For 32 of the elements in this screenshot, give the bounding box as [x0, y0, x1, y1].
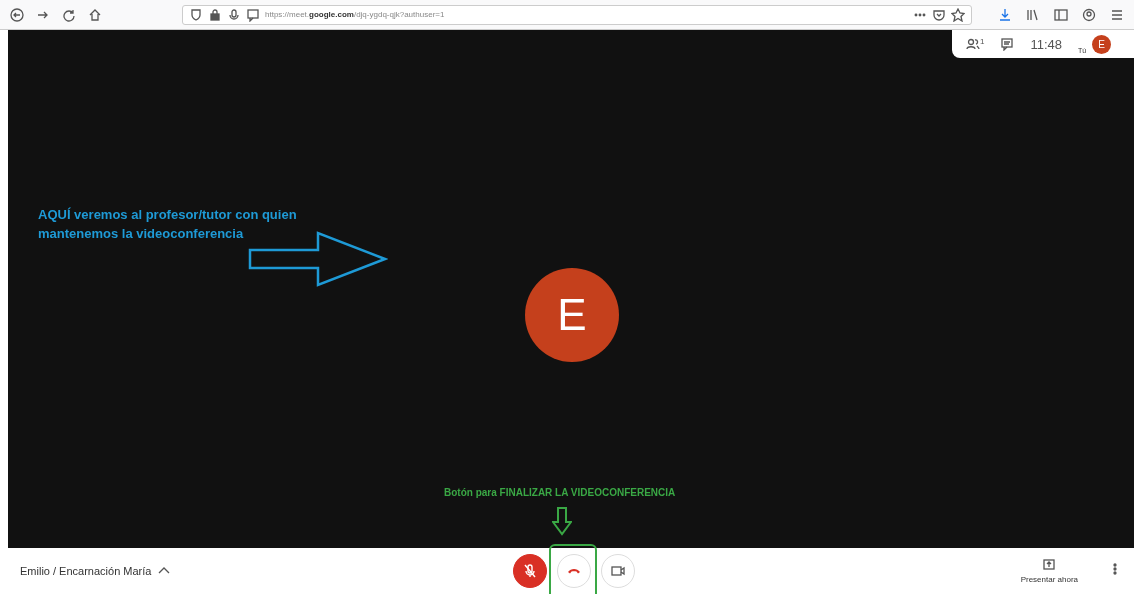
microphone-icon [227, 7, 241, 22]
account-icon[interactable] [1082, 7, 1096, 22]
lock-icon [208, 7, 222, 22]
star-icon[interactable] [951, 7, 965, 22]
present-button[interactable]: Presentar ahora [1020, 558, 1078, 584]
library-icon[interactable] [1026, 7, 1040, 22]
microphone-off-icon [522, 563, 538, 579]
participant-count: 1 [980, 37, 985, 48]
address-bar[interactable]: https://meet.google.com/djq-ygdq-qjk?authuser=1 [182, 4, 972, 25]
camera-button[interactable] [601, 554, 635, 588]
back-icon[interactable] [10, 7, 24, 22]
sidebar-icon[interactable] [1054, 7, 1068, 22]
participant-avatar: E [525, 268, 619, 362]
user-avatar[interactable]: E [1092, 34, 1112, 54]
menu-icon[interactable] [1110, 7, 1124, 22]
home-icon[interactable] [88, 7, 102, 22]
reload-icon[interactable] [62, 7, 76, 22]
clock-time: 11:48 [1030, 36, 1063, 52]
annotation-text: AQUÍ veremos al profesor/tutor con quien mantenemos la videoconferencia [38, 206, 298, 243]
meeting-name: Emilio / Encarnación María [20, 565, 152, 577]
download-icon[interactable] [998, 7, 1012, 22]
people-icon[interactable] [966, 37, 980, 51]
camera-icon [610, 563, 626, 579]
pocket-icon[interactable] [932, 7, 946, 22]
down-arrow [552, 506, 572, 536]
chat-icon [246, 7, 260, 22]
annotation-text: Botón para FINALIZAR LA VIDEOCONFERENCIA [444, 487, 676, 498]
present-icon[interactable] [1042, 558, 1057, 572]
shield-icon [189, 7, 203, 22]
url-text: https://meet.google.com/djq-ygdq-qjk?authuser=1 [265, 10, 445, 19]
chat-icon[interactable] [1000, 37, 1015, 51]
microphone-button[interactable] [513, 554, 547, 588]
